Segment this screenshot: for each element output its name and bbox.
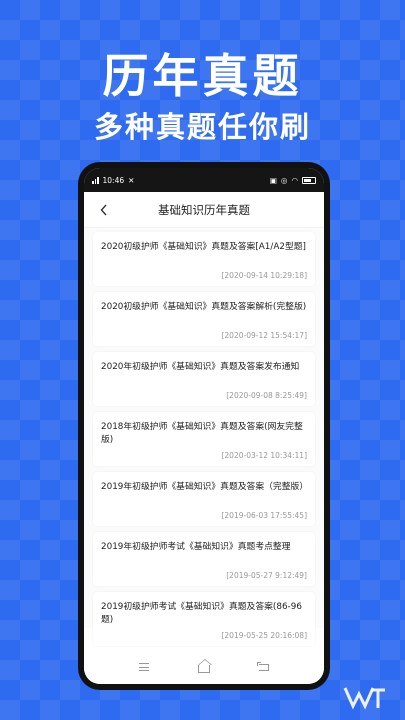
phone-frame: 10:46 ✕ ▣ ◎ ◠ 基础知识历年真题 2020初级护师《基础知识》真题及… <box>78 162 330 690</box>
status-right: ▣ ◎ ◠ <box>270 176 316 185</box>
article-title: 2019年初级护师考试《基础知识》真题考点整理 <box>101 542 291 552</box>
article-date: [2020-03-12 10:34:11] <box>221 451 307 460</box>
watermark-logo <box>339 680 391 714</box>
article-title: 2020初级护师《基础知识》真题及答案解析(完整版) <box>101 302 307 312</box>
article-card[interactable]: 2020初级护师《基础知识》真题及答案[A1/A2型题] [2020-09-14… <box>93 232 315 286</box>
promo-subtitle: 多种真题任你刷 <box>93 110 311 144</box>
status-time: 10:46 <box>102 175 125 185</box>
wifi-icon: ◠ <box>291 175 298 185</box>
article-card[interactable]: 2020初级护师《基础知识》真题及答案解析(完整版) [2020-09-12 1… <box>93 292 315 346</box>
article-date: [2019-06-03 17:55:45] <box>221 511 307 520</box>
alarm-icon: ◎ <box>280 175 288 185</box>
article-date: [2019-05-27 9:12:49] <box>226 571 307 580</box>
chevron-left-icon[interactable] <box>94 200 114 220</box>
article-list: 2020初级护师《基础知识》真题及答案[A1/A2型题] [2020-09-14… <box>84 228 324 646</box>
article-card[interactable]: 2020年初级护师《基础知识》真题及答案发布通知 [2020-09-08 8:2… <box>93 352 315 406</box>
menu-icon[interactable] <box>132 657 156 677</box>
article-card[interactable]: 2019年初级护师考试《基础知识》真题考点整理 [2019-05-27 9:12… <box>93 532 315 586</box>
article-title: 2019年初级护师《基础知识》真题及答案（完整版） <box>101 482 309 492</box>
tools-icon: ✕ <box>128 175 135 185</box>
article-date: [2019-05-25 20:16:08] <box>221 631 307 640</box>
article-date: [2020-09-08 8:25:49] <box>226 391 307 400</box>
status-bar: 10:46 ✕ ▣ ◎ ◠ <box>84 168 324 192</box>
article-card[interactable]: 2019初级护师考试《基础知识》真题及答案(86-96题) [2019-05-2… <box>93 592 315 646</box>
article-date: [2020-09-14 10:29:18] <box>221 271 307 280</box>
article-title: 2020年初级护师《基础知识》真题及答案发布通知 <box>101 362 300 372</box>
battery-icon <box>302 176 316 184</box>
promo-title: 历年真题 <box>102 49 303 103</box>
article-date: [2020-09-12 15:54:17] <box>221 331 307 340</box>
home-icon[interactable] <box>192 657 216 677</box>
article-title: 2020初级护师《基础知识》真题及答案[A1/A2型题] <box>101 242 306 252</box>
phone-screen: 10:46 ✕ ▣ ◎ ◠ 基础知识历年真题 2020初级护师《基础知识》真题及… <box>84 168 324 684</box>
article-title: 2018年初级护师《基础知识》真题及答案(网友完整版) <box>101 422 303 445</box>
article-card[interactable]: 2019年初级护师《基础知识》真题及答案（完整版） [2019-06-03 17… <box>93 472 315 526</box>
signal-icon <box>92 176 99 184</box>
app-header: 基础知识历年真题 <box>84 192 324 228</box>
notification-icon: ▣ <box>269 175 277 185</box>
article-card[interactable]: 2018年初级护师《基础知识》真题及答案(网友完整版) [2020-03-12 … <box>93 412 315 466</box>
article-title: 2019初级护师考试《基础知识》真题及答案(86-96题) <box>101 602 302 625</box>
status-left: 10:46 ✕ <box>92 176 134 185</box>
back-icon[interactable] <box>252 657 276 677</box>
system-nav-bar <box>84 650 324 684</box>
page-title: 基础知识历年真题 <box>158 202 250 217</box>
